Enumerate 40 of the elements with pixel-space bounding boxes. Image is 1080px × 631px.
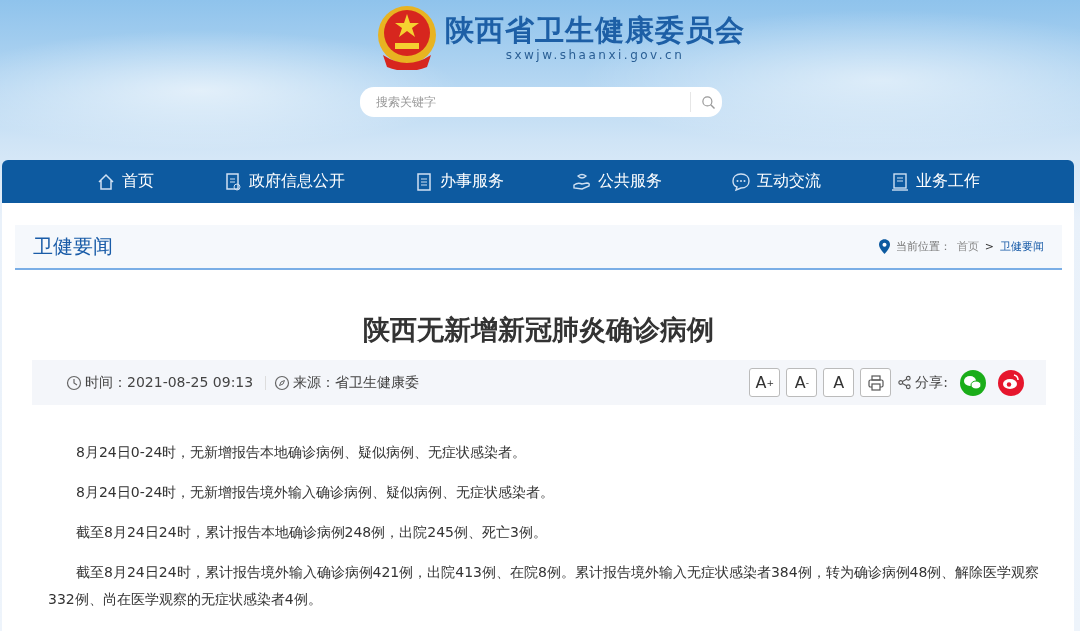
share-icon [897, 375, 913, 390]
location-pin-icon [878, 239, 890, 254]
article-source: 来源：省卫生健康委 [293, 373, 420, 392]
nav-item[interactable]: 互动交流 [730, 171, 821, 192]
print-button[interactable] [860, 368, 892, 397]
search-field[interactable]: 搜索关键字 [359, 87, 722, 117]
document-icon [223, 171, 243, 192]
search-input[interactable]: 搜索关键字 [359, 94, 690, 110]
nav-item[interactable]: 公共服务 [572, 171, 663, 192]
article-paragraph: 8月24日0-24时，无新增报告境外输入确诊病例、疑似病例、无症状感染者。 [75, 483, 556, 502]
section-title: 卫健要闻 [33, 233, 113, 260]
weibo-share-icon[interactable] [998, 369, 1024, 396]
hand-icon [572, 171, 593, 192]
article-title: 陕西无新增新冠肺炎确诊病例 [361, 313, 715, 347]
wechat-share-icon[interactable] [960, 369, 986, 396]
printer-icon [866, 373, 885, 392]
compass-icon [274, 374, 291, 391]
nav-item[interactable]: 办事服务 [413, 171, 504, 192]
article-paragraph: 8月24日0-24时，无新增报告本地确诊病例、疑似病例、无症状感染者。 [75, 443, 528, 462]
nav-item[interactable]: 政府信息公开 [223, 171, 345, 192]
clock-icon [66, 374, 82, 391]
breadcrumb-link[interactable]: 卫健要闻 [1000, 239, 1044, 254]
book-icon [889, 171, 910, 192]
nav-item[interactable]: 业务工作 [889, 171, 980, 192]
breadcrumb-separator: > [984, 240, 994, 253]
emblem-icon [375, 4, 439, 70]
font-size-button[interactable]: A$^{-}$ [786, 368, 818, 397]
nav-item[interactable]: 首页 [96, 171, 155, 192]
publish-time: 时间：2021-08-25 09:13 [85, 373, 254, 392]
search-icon [700, 94, 716, 110]
article-paragraph: 截至8月24日24时，累计报告本地确诊病例248例，出院245例、死亡3例。 [75, 523, 548, 542]
site-title: 陕西省卫生健康委员会 [445, 12, 745, 48]
location-label: 当前位置： [895, 239, 951, 254]
font-size-button[interactable]: A [823, 368, 855, 397]
share-label: 分享: [915, 373, 948, 392]
breadcrumb-link[interactable]: 首页 [956, 239, 979, 254]
article-paragraph: 截至8月24日24时，累计报告境外输入确诊病例421例，出院413例、在院8例。累计报告境外输入无症状感染者384例，转为确诊病例48例、解除医学观察332例、尚在医学观察的无症状感染者4例。 [48, 563, 1041, 609]
chat-icon [730, 171, 751, 192]
font-size-button[interactable]: A$^{+}$ [749, 368, 781, 397]
site-domain: sxwjw.shaanxi.gov.cn [505, 48, 685, 62]
